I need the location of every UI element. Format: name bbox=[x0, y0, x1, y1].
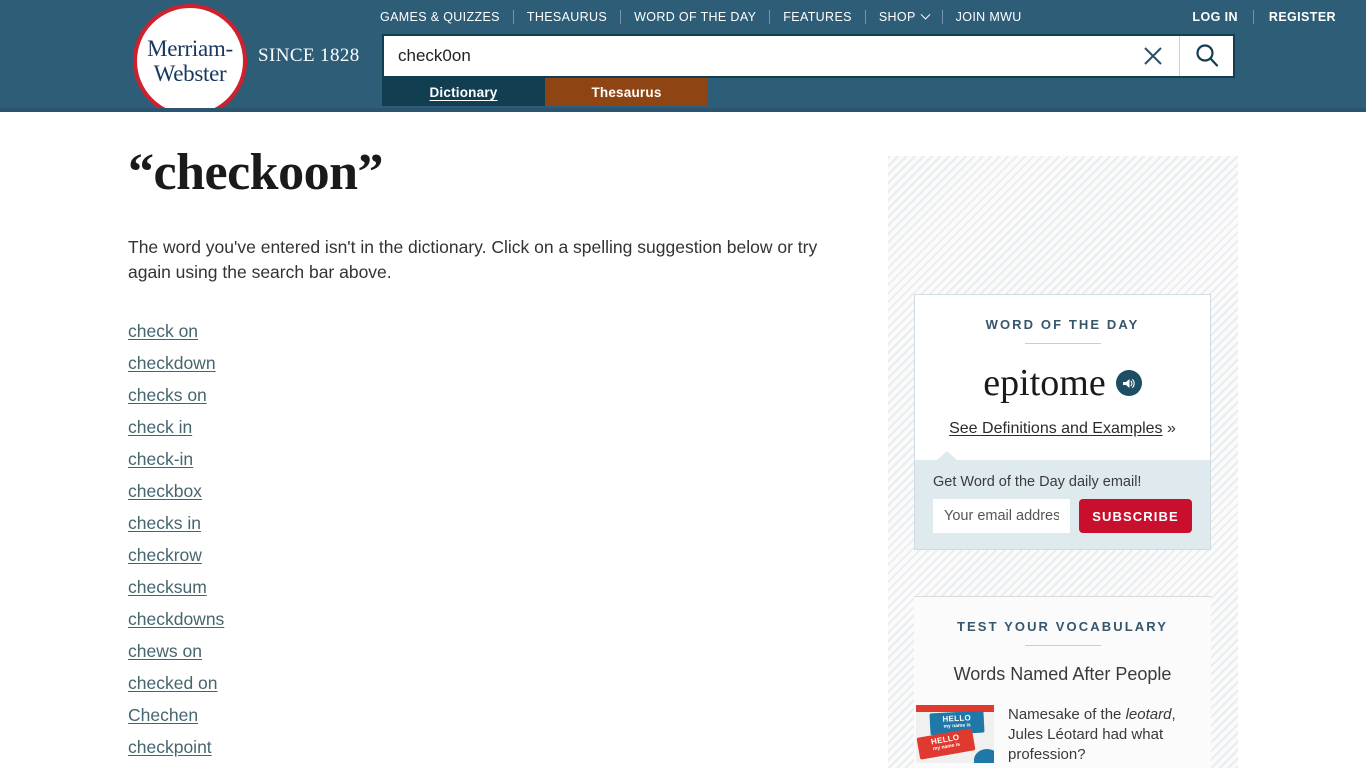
tab-dictionary-label: Dictionary bbox=[429, 84, 498, 100]
nav-item-join-mwu[interactable]: JOIN MWU bbox=[943, 10, 1035, 24]
suggestion-link[interactable]: checks on bbox=[128, 379, 207, 411]
suggestion-link[interactable]: chews on bbox=[128, 635, 202, 667]
dictionary-thesaurus-tabs: Dictionary Thesaurus bbox=[382, 78, 708, 106]
list-item: Chechen bbox=[128, 699, 848, 731]
primary-navigation: GAMES & QUIZZES THESAURUS WORD OF THE DA… bbox=[380, 8, 1035, 26]
suggestion-link[interactable]: checkers bbox=[128, 763, 198, 768]
tab-dictionary[interactable]: Dictionary bbox=[382, 78, 545, 106]
logo-line-1: Merriam- bbox=[147, 36, 233, 61]
word-of-the-day-word[interactable]: epitome bbox=[983, 364, 1105, 402]
suggestion-link[interactable]: check in bbox=[128, 411, 192, 443]
logo-line-2: Webster bbox=[153, 61, 227, 86]
speaker-audio-icon[interactable] bbox=[1115, 370, 1142, 396]
list-item: chews on bbox=[128, 635, 848, 667]
merriam-webster-logo[interactable]: Merriam- Webster bbox=[133, 4, 247, 118]
list-item: checks on bbox=[128, 379, 848, 411]
suggestion-link[interactable]: checksum bbox=[128, 571, 207, 603]
list-item: checkbox bbox=[128, 475, 848, 507]
log-in-link[interactable]: LOG IN bbox=[1177, 10, 1252, 24]
site-header: Merriam- Webster SINCE 1828 GAMES & QUIZ… bbox=[0, 0, 1366, 118]
list-item: checked on bbox=[128, 667, 848, 699]
clear-search-button[interactable] bbox=[1127, 36, 1179, 76]
word-of-the-day-heading: WORD OF THE DAY bbox=[985, 317, 1140, 332]
list-item: check-in bbox=[128, 443, 848, 475]
heading-rule bbox=[1024, 343, 1101, 344]
suggestion-link[interactable]: check on bbox=[128, 315, 198, 347]
list-item: checkrow bbox=[128, 539, 848, 571]
speaker-glyph bbox=[1123, 378, 1135, 388]
search-results-content: “checkoon” The word you've entered isn't… bbox=[128, 144, 848, 768]
word-of-the-day-link-row: See Definitions and Examples » bbox=[915, 420, 1210, 460]
test-vocabulary-heading: TEST YOUR VOCABULARY bbox=[956, 619, 1168, 634]
list-item: checkers bbox=[128, 763, 848, 768]
page-title: “checkoon” bbox=[128, 144, 384, 201]
suggestion-link[interactable]: checkpoint bbox=[128, 731, 212, 763]
tab-thesaurus-label: Thesaurus bbox=[591, 84, 662, 100]
quiz-thumbnail-image: HELLO my name is HELLO my name is bbox=[916, 705, 994, 763]
suggestion-link[interactable]: Chechen bbox=[128, 699, 198, 731]
word-of-the-day-card: WORD OF THE DAY epitome See Definitions … bbox=[914, 294, 1211, 550]
brand-tagline: SINCE 1828 bbox=[258, 45, 360, 66]
see-definitions-link[interactable]: See Definitions and Examples bbox=[949, 420, 1162, 437]
list-item: check on bbox=[128, 315, 848, 347]
subscribe-form: SUBSCRIBE bbox=[933, 499, 1192, 533]
search-bar bbox=[382, 34, 1235, 78]
quiz-question-italic-word: leotard bbox=[1125, 706, 1172, 723]
nav-item-word-of-the-day[interactable]: WORD OF THE DAY bbox=[621, 10, 769, 24]
nav-item-features[interactable]: FEATURES bbox=[770, 10, 865, 24]
word-of-the-day-word-row: epitome bbox=[915, 364, 1210, 402]
email-field[interactable] bbox=[933, 499, 1070, 533]
close-x-icon bbox=[1144, 47, 1162, 65]
list-item: check in bbox=[128, 411, 848, 443]
logo-circle: Merriam- Webster bbox=[133, 4, 247, 118]
subscribe-prompt: Get Word of the Day daily email! bbox=[933, 474, 1142, 490]
search-submit-button[interactable] bbox=[1179, 36, 1233, 76]
account-navigation: LOG IN REGISTER bbox=[1177, 8, 1336, 26]
link-arrow: » bbox=[1167, 420, 1176, 437]
heading-rule bbox=[1024, 645, 1101, 646]
quiz-subtitle: Words Named After People bbox=[953, 664, 1172, 684]
suggestion-link[interactable]: checkdowns bbox=[128, 603, 224, 635]
nav-item-shop-label: SHOP bbox=[878, 10, 916, 24]
suggestion-link[interactable]: checkbox bbox=[128, 475, 202, 507]
list-item: checkpoint bbox=[128, 731, 848, 763]
magnifier-icon bbox=[1195, 44, 1218, 67]
nav-item-shop[interactable]: SHOP bbox=[866, 9, 942, 24]
nav-item-thesaurus[interactable]: THESAURUS bbox=[514, 10, 620, 24]
suggestion-link[interactable]: checked on bbox=[128, 667, 218, 699]
list-item: checksum bbox=[128, 571, 848, 603]
suggestion-link[interactable]: checkrow bbox=[128, 539, 202, 571]
list-item: checkdown bbox=[128, 347, 848, 379]
quiz-body: HELLO my name is HELLO my name is Namesa… bbox=[914, 705, 1211, 765]
name-tag-red: HELLO my name is bbox=[916, 728, 976, 760]
list-item: checkdowns bbox=[128, 603, 848, 635]
quiz-question: Namesake of the leotard, Jules Léotard h… bbox=[1008, 705, 1209, 765]
suggestion-link[interactable]: checks in bbox=[128, 507, 201, 539]
search-input[interactable] bbox=[384, 36, 1127, 76]
subscribe-button[interactable]: SUBSCRIBE bbox=[1079, 499, 1192, 533]
main-area: “checkoon” The word you've entered isn't… bbox=[0, 112, 1366, 768]
spelling-suggestions-list: check on checkdown checks on check in ch… bbox=[128, 315, 848, 768]
word-of-the-day-subscribe-panel: Get Word of the Day daily email! SUBSCRI… bbox=[915, 451, 1210, 549]
tab-thesaurus[interactable]: Thesaurus bbox=[545, 78, 708, 106]
thumbnail-blob bbox=[974, 749, 994, 763]
chevron-down-icon bbox=[920, 9, 931, 20]
suggestion-link[interactable]: check-in bbox=[128, 443, 193, 475]
quiz-question-part1: Namesake of the bbox=[1008, 706, 1126, 723]
nav-item-games-quizzes[interactable]: GAMES & QUIZZES bbox=[380, 10, 513, 24]
sidebar: WORD OF THE DAY epitome See Definitions … bbox=[888, 156, 1238, 768]
suggestion-link[interactable]: checkdown bbox=[128, 347, 216, 379]
not-found-message: The word you've entered isn't in the dic… bbox=[128, 236, 818, 282]
test-your-vocabulary-card: TEST YOUR VOCABULARY Words Named After P… bbox=[914, 596, 1211, 768]
list-item: checks in bbox=[128, 507, 848, 539]
register-link[interactable]: REGISTER bbox=[1254, 10, 1336, 24]
